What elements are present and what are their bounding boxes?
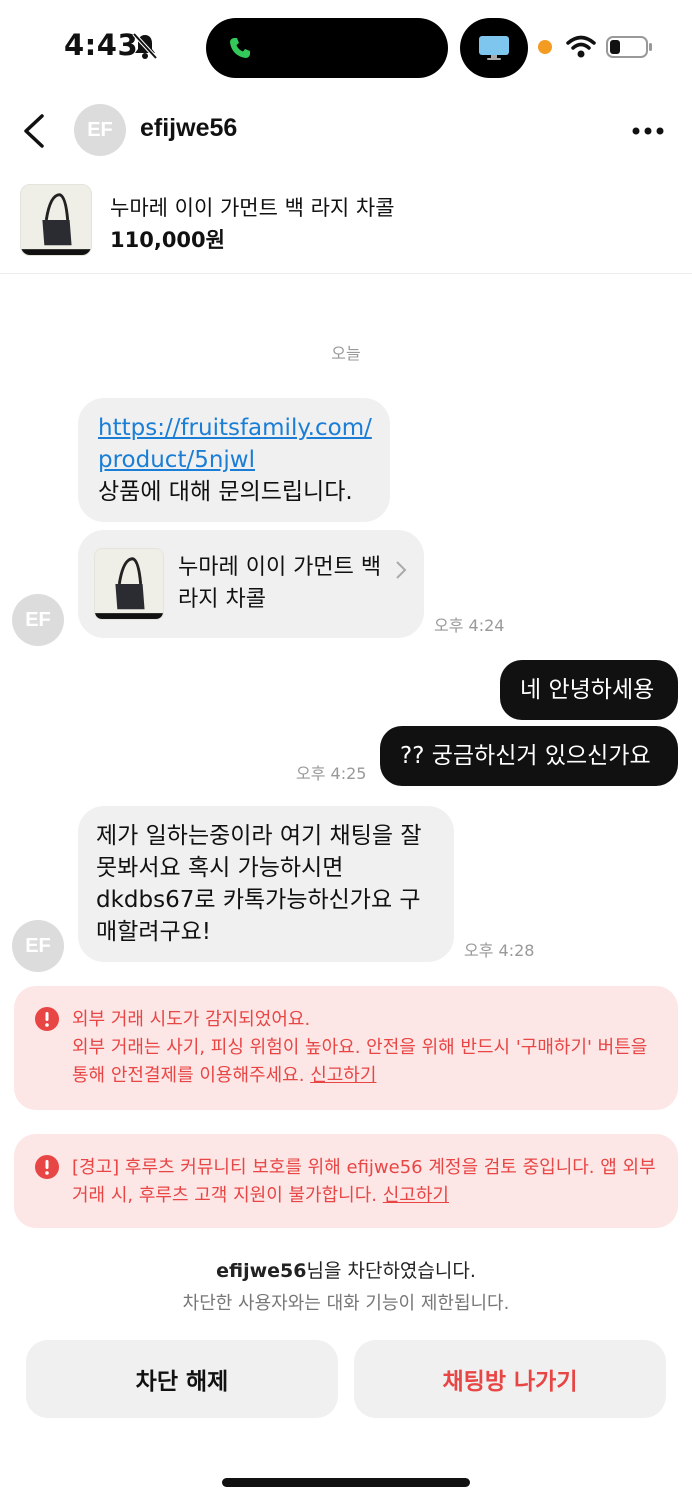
blocked-username: efijwe56 [216,1260,307,1282]
leave-chat-button[interactable]: 채팅방 나가기 [354,1340,666,1418]
wifi-icon [566,35,596,58]
phone-call-icon [230,38,250,58]
alert-icon [35,1155,59,1179]
product-thumbnail[interactable] [20,184,92,256]
avatar[interactable]: EF [12,594,64,646]
blocked-note: 차단한 사용자와는 대화 기능이 제한됩니다. [182,1293,510,1314]
unblock-button[interactable]: 차단 해제 [26,1340,338,1418]
home-indicator[interactable] [222,1478,470,1487]
chevron-right-icon [396,561,407,579]
outgoing-message: ?? 궁금하신거 있으신가요 [380,726,678,786]
status-bar: 4:43 [0,0,692,96]
back-arrow-icon[interactable] [22,114,46,148]
incoming-message: https://fruitsfamily.com/ product/5njwl … [78,398,390,522]
mic-indicator-dot [538,40,552,54]
product-thumbnail [94,548,164,620]
avatar[interactable]: EF [12,920,64,972]
product-link[interactable]: https://fruitsfamily.com/ [98,412,372,444]
alert-icon [35,1007,59,1031]
message-time: 오후 4:25 [296,764,367,783]
battery-icon [606,36,652,58]
account-review-warning: [경고] 후루츠 커뮤니티 보호를 위해 efijwe56 계정을 검토 중입니… [14,1134,678,1228]
report-link[interactable]: 신고하기 [383,1185,449,1206]
blocked-notice: efijwe56님을 차단하였습니다. 차단한 사용자와는 대화 기능이 제한됩… [0,1256,692,1315]
date-separator: 오늘 [331,344,361,363]
blocked-suffix: 님을 차단하였습니다. [306,1260,476,1282]
silent-bell-icon [132,32,158,60]
display-icon [479,36,509,60]
warning-body: [경고] 후루츠 커뮤니티 보호를 위해 efijwe56 계정을 검토 중입니… [72,1157,656,1206]
external-trade-warning: 외부 거래 시도가 감지되었어요. 외부 거래는 사기, 피싱 위험이 높아요.… [14,986,678,1110]
product-price: 110,000원 [110,228,225,252]
card-title: 누마레 이이 가먼트 백 라지 차콜 [178,555,382,612]
product-title: 누마레 이이 가먼트 백 라지 차콜 [110,196,395,220]
outgoing-message: 네 안녕하세용 [500,660,678,720]
chat-partner-username[interactable]: efijwe56 [140,114,237,143]
product-link[interactable]: product/5njwl [98,444,370,476]
message-text: 상품에 대해 문의드립니다. [98,479,353,505]
warning-title: 외부 거래 시도가 감지되었어요. [72,1009,311,1030]
report-link[interactable]: 신고하기 [310,1065,376,1086]
more-options-icon[interactable] [630,126,666,136]
message-time: 오후 4:24 [434,616,505,635]
shared-product-card[interactable]: 누마레 이이 가먼트 백 라지 차콜 [78,530,424,638]
screen-mirroring-pill[interactable] [460,18,528,78]
product-summary[interactable]: 누마레 이이 가먼트 백 라지 차콜 110,000원 [0,178,692,274]
message-time: 오후 4:28 [464,941,535,960]
incoming-message: 제가 일하는중이라 여기 채팅을 잘 못봐서요 혹시 가능하시면 dkdbs67… [78,806,454,962]
blocked-message: efijwe56님을 차단하였습니다. [0,1256,692,1283]
avatar[interactable]: EF [74,104,126,156]
chat-header: EF efijwe56 [0,96,692,166]
status-time: 4:43 [64,28,139,62]
dynamic-island[interactable] [206,18,448,78]
